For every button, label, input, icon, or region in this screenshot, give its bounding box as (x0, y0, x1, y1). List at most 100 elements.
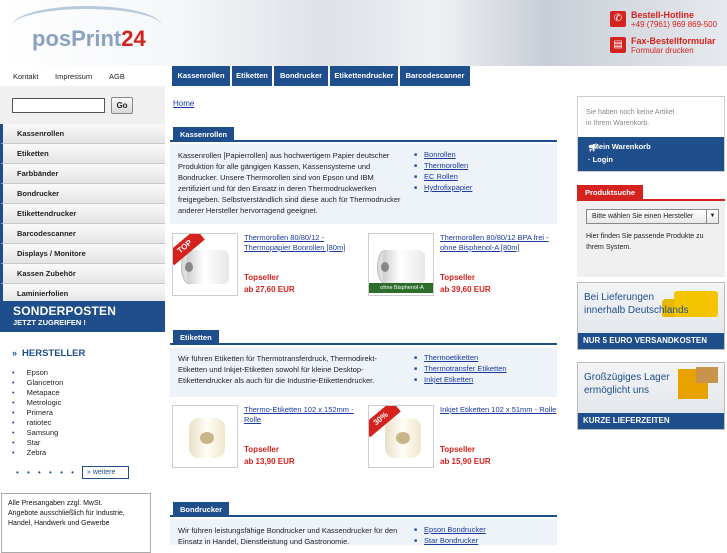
shipping-banner[interactable]: Bei Lieferungen innerhalb Deutschlands N… (577, 282, 725, 350)
category-kassen-zubehoer[interactable]: Kassen Zubehör (0, 264, 165, 284)
manufacturer-title: HERSTELLER (22, 348, 86, 359)
link-thermorollen[interactable]: Thermorollen (424, 161, 468, 170)
topseller-label: Topseller (440, 273, 475, 282)
manufacturer-list: Epson Glancetron Metapace Metrologic Pri… (12, 368, 64, 458)
link-thermotransfer-etiketten[interactable]: Thermotransfer Etiketten (424, 364, 507, 373)
section-header-kassenrollen: Kassenrollen (170, 127, 557, 142)
category-etiketten[interactable]: Etiketten (0, 144, 165, 164)
price-notice: Alle Preisangaben zzgl. MwSt. Angebote a… (1, 493, 151, 553)
section-links: Epson Bondrucker Star Bondrucker (414, 525, 486, 547)
category-etikettendrucker[interactable]: Etikettendrucker (0, 204, 165, 224)
product-search: Produktsuche Bitte wählen Sie einen Hers… (577, 185, 725, 277)
category-list: Kassenrollen Etiketten Farbbänder Bondru… (0, 124, 165, 304)
warehouse-banner[interactable]: Großzügiges Lager ermöglicht uns KURZE L… (577, 362, 725, 430)
go-button[interactable]: Go (111, 97, 133, 114)
fax-label: Fax-Bestellformular (631, 36, 716, 46)
link-epson-bondrucker[interactable]: Epson Bondrucker (424, 525, 486, 534)
section-title[interactable]: Etiketten (173, 330, 219, 345)
price-notice-line1: Alle Preisangaben zzgl. MwSt. (8, 500, 103, 507)
more-manufacturers-button[interactable]: » weitere (82, 466, 129, 479)
search-bar: Go (0, 86, 165, 124)
link-thermoetiketten[interactable]: Thermoetiketten (424, 353, 478, 362)
manufacturer-select-value: Bitte wählen Sie einen Hersteller (592, 213, 694, 220)
product-name[interactable]: Thermorollen 80/80/12 BPA frei - ohne Bi… (440, 233, 560, 253)
manufacturer-item[interactable]: Metapace (12, 388, 63, 398)
manufacturer-item[interactable]: Samsung (12, 428, 63, 438)
product-image[interactable]: ohne Bisphenol-A (368, 233, 434, 296)
manufacturer-select[interactable]: Bitte wählen Sie einen Hersteller ▼ (586, 209, 719, 224)
sonder-subtitle: JETZT ZUGREIFEN ! (13, 318, 86, 327)
sonder-title: SONDERPOSTEN (13, 304, 117, 318)
search-input[interactable] (12, 98, 105, 113)
product-image[interactable] (172, 405, 238, 468)
link-ec-rollen[interactable]: EC Rollen (424, 172, 458, 181)
category-bondrucker[interactable]: Bondrucker (0, 184, 165, 204)
section-body-bondrucker: Wir führen leistungsfähige Bondrucker un… (170, 519, 557, 547)
top-links: Kontakt Impressum AGB (0, 66, 170, 86)
section-description: Wir führen leistungsfähige Bondrucker un… (178, 526, 398, 546)
warehouse-banner-line2: ermöglicht uns (584, 385, 650, 396)
shopping-cart-icon[interactable]: 🛒︎ (588, 143, 598, 152)
manufacturer-item[interactable]: Zebra (12, 448, 63, 458)
manufacturer-item[interactable]: Glancetron (12, 378, 64, 388)
chevron-down-icon[interactable]: ▼ (706, 210, 718, 223)
hotline-number: +49 (7961) 969 869-500 (631, 20, 718, 29)
manufacturer-item[interactable]: Metrologic (12, 398, 63, 408)
fax-print-link[interactable]: Formular drucken (631, 46, 694, 55)
site-logo[interactable]: posPrint24 (32, 26, 146, 52)
category-kassenrollen[interactable]: Kassenrollen (0, 124, 165, 144)
product-name[interactable]: Thermo-Etiketten 102 x 152mm - Rolle (244, 405, 364, 425)
link-agb[interactable]: AGB (109, 72, 125, 81)
link-bonrollen[interactable]: Bonrollen (424, 150, 456, 159)
warehouse-banner-line1: Großzügiges Lager (584, 372, 670, 383)
price-notice-line2: Angebote ausschließlich für Industrie, H… (8, 510, 125, 527)
hotline-label: Bestell-Hotline (631, 10, 695, 20)
section-title[interactable]: Kassenrollen (173, 127, 235, 142)
dots-divider: • • • • • • • (16, 468, 88, 477)
cart-links: · Mein Warenkorb · Login 🛒︎ (578, 137, 724, 171)
section-header-bondrucker: Bondrucker (170, 502, 557, 517)
shipping-banner-line2: innerhalb Deutschlands (584, 305, 689, 316)
link-star-bondrucker[interactable]: Star Bondrucker (424, 536, 478, 545)
nav-kassenrollen[interactable]: Kassenrollen (172, 66, 230, 86)
section-header-etiketten: Etiketten (170, 330, 557, 345)
product-name[interactable]: Inkjet Etiketten 102 x 51mm - Rolle (440, 405, 560, 415)
link-impressum[interactable]: Impressum (55, 72, 92, 81)
breadcrumb-home[interactable]: Home (173, 99, 194, 108)
product-search-hint: Hier finden Sie passende Produkte zu Ihr… (586, 233, 704, 251)
manufacturer-item[interactable]: Primera (12, 408, 63, 418)
cart-empty-line2: in Ihrem Warenkorb. (586, 120, 650, 127)
section-links: Thermoetiketten Thermotransfer Etiketten… (414, 353, 507, 386)
manufacturer-item[interactable]: Star (12, 438, 63, 448)
sonderposten-banner[interactable]: SONDERPOSTEN JETZT ZUGREIFEN ! (0, 301, 165, 332)
fax-icon: ▤ (610, 37, 626, 53)
category-displays[interactable]: Displays / Monitore (0, 244, 165, 264)
nav-barcodescanner[interactable]: Barcodescanner (400, 66, 470, 86)
product-image[interactable]: 30% (368, 405, 434, 468)
login-link[interactable]: · Login (588, 155, 613, 164)
warehouse-banner-text: Großzügiges Lager ermöglicht uns (584, 371, 670, 397)
section-description: Wir führen Etiketten für Thermotransferd… (178, 354, 377, 385)
product-price: ab 13,90 EUR (244, 457, 295, 466)
nav-bondrucker[interactable]: Bondrucker (274, 66, 328, 86)
product-search-body: Bitte wählen Sie einen Hersteller ▼ Hier … (577, 201, 725, 277)
manufacturer-item[interactable]: ratiotec (12, 418, 63, 428)
section-title[interactable]: Bondrucker (173, 502, 230, 517)
nav-etiketten[interactable]: Etiketten (232, 66, 272, 86)
product-image[interactable]: TOP (172, 233, 238, 296)
cart-box: Sie haben noch keine Artikel in Ihrem Wa… (577, 96, 725, 172)
manufacturer-item[interactable]: Epson (12, 368, 63, 378)
link-kontakt[interactable]: Kontakt (13, 72, 38, 81)
warehouse-banner-footer: KURZE LIEFERZEITEN (578, 413, 724, 429)
category-barcodescanner[interactable]: Barcodescanner (0, 224, 165, 244)
product-price: ab 27,60 EUR (244, 285, 295, 294)
chevron-right-icon: » (12, 348, 18, 358)
link-inkjet-etiketten[interactable]: Inkjet Etiketten (424, 375, 473, 384)
category-farbbaender[interactable]: Farbbänder (0, 164, 165, 184)
bpa-free-badge: ohne Bisphenol-A (369, 283, 433, 293)
section-body-etiketten: Wir führen Etiketten für Thermotransferd… (170, 347, 557, 397)
topseller-label: Topseller (244, 445, 279, 454)
link-hydrofixpapier[interactable]: Hydrofixpapier (424, 183, 472, 192)
product-name[interactable]: Thermorollen 80/80/12 - Thermopapier Bon… (244, 233, 364, 253)
nav-etikettendrucker[interactable]: Etikettendrucker (330, 66, 398, 86)
